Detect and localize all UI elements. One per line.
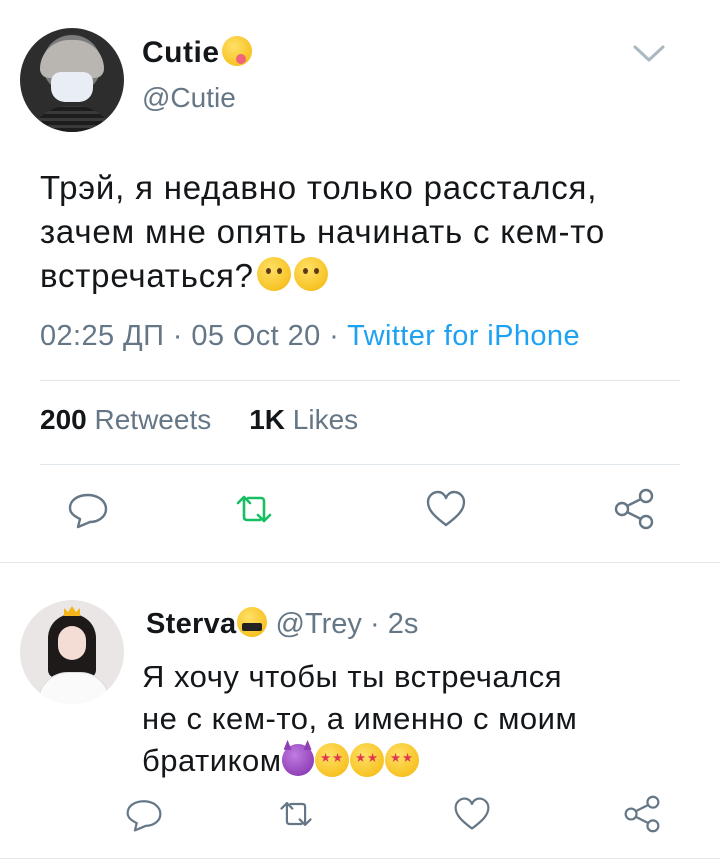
reply-author-name[interactable]: Sterva [146, 608, 236, 640]
star-struck-emoji [349, 742, 384, 777]
reply-age: 2s [387, 608, 419, 640]
star-struck-emoji [314, 742, 349, 777]
smiling-face-with-horns-emoji [281, 743, 314, 776]
meta-separator: · [369, 608, 380, 640]
reply-author-avatar[interactable] [20, 600, 124, 704]
avatar-shirt [38, 672, 110, 704]
face-with-raised-eyebrow-emoji [256, 257, 291, 292]
author-handle[interactable]: @Cutie [142, 82, 236, 114]
divider [40, 380, 680, 381]
author-name[interactable]: Cutie [142, 36, 252, 70]
retweets-stat[interactable]: 200 Retweets [40, 404, 211, 435]
reply-text-line-3: братиком [142, 743, 282, 778]
face-with-symbols-on-mouth-emoji [237, 607, 268, 638]
likes-count: 1K [249, 404, 286, 435]
author-name-text: Cutie [142, 36, 220, 69]
share-icon[interactable] [622, 794, 662, 834]
like-icon[interactable] [452, 794, 492, 834]
retweet-icon[interactable] [276, 794, 316, 834]
retweets-count: 200 [40, 404, 87, 435]
tweet-date: 05 Oct 20 [191, 320, 321, 352]
tweet-stats: 200 Retweets 1K Likes [40, 404, 358, 436]
tweet-time: 02:25 ДП [40, 320, 165, 352]
likes-label: Likes [292, 404, 359, 435]
reply-text: Я хочу чтобы ты встречался не с кем-то, … [142, 656, 662, 782]
avatar-face [58, 626, 86, 660]
face-savoring-food-emoji [221, 36, 252, 67]
confused-face-emoji [293, 257, 328, 292]
likes-stat[interactable]: 1K Likes [249, 404, 358, 435]
like-icon[interactable] [424, 487, 468, 531]
reply-icon[interactable] [124, 794, 164, 834]
tweet-text-line-3: встречаться? [40, 257, 254, 294]
meta-separator: · [172, 320, 183, 352]
reply-header: Sterva @Trey · 2s [146, 607, 419, 641]
reply-handle[interactable]: @Trey [276, 608, 362, 640]
share-icon[interactable] [612, 487, 656, 531]
author-avatar[interactable] [20, 28, 124, 132]
reply-text-line-2: не с кем-то, а именно с моим [142, 701, 578, 736]
meta-separator: · [329, 320, 340, 352]
retweets-label: Retweets [94, 404, 212, 435]
retweet-icon[interactable] [232, 487, 276, 531]
tweet-text: Трэй, я недавно только расстался, зачем … [40, 166, 690, 298]
reply-icon[interactable] [66, 487, 110, 531]
reply-text-line-1: Я хочу чтобы ты встречался [142, 659, 562, 694]
tweet-meta: 02:25 ДП · 05 Oct 20 · Twitter for iPhon… [40, 320, 580, 353]
tweet-source-link[interactable]: Twitter for iPhone [347, 320, 580, 352]
tweet-separator [0, 562, 720, 563]
tweet-text-line-1: Трэй, я недавно только расстался, [40, 169, 598, 206]
chevron-down-icon[interactable] [632, 42, 666, 66]
star-struck-emoji [384, 742, 419, 777]
tweet-text-line-2: зачем мне опять начинать с кем-то [40, 213, 605, 250]
tweet-separator [0, 858, 720, 859]
crown-icon [64, 606, 80, 616]
avatar-mask [51, 72, 93, 102]
divider [40, 464, 680, 465]
avatar-shirt [28, 106, 116, 132]
